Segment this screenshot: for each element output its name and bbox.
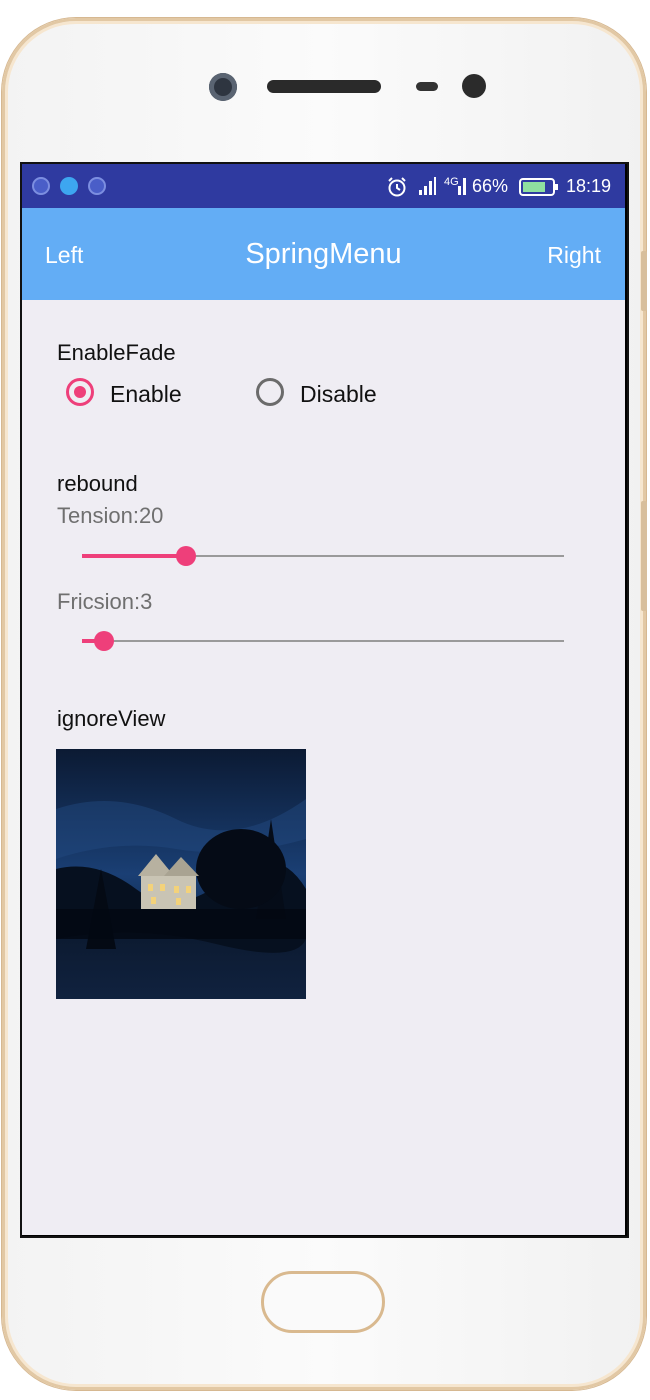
night-house-image xyxy=(56,749,306,999)
radio-enable[interactable]: Enable xyxy=(66,378,206,410)
earpiece-speaker xyxy=(267,80,381,93)
signal-icon xyxy=(419,177,436,195)
battery-icon xyxy=(519,178,558,196)
right-button[interactable]: Right xyxy=(547,242,601,269)
clock: 18:19 xyxy=(566,176,612,196)
radio-checked-icon xyxy=(66,378,94,406)
radio-disable[interactable]: Disable xyxy=(256,378,396,410)
volume-button xyxy=(641,251,647,311)
ignore-view-heading: ignoreView xyxy=(57,706,166,731)
friction-slider[interactable] xyxy=(82,630,564,652)
power-button xyxy=(641,501,647,611)
network-type: 4G xyxy=(444,176,459,188)
notification-bot-icon xyxy=(32,177,50,195)
battery-percent: 66% xyxy=(472,176,509,196)
enable-fade-heading: EnableFade xyxy=(57,340,176,365)
tension-label: Tension:20 xyxy=(57,503,164,528)
ignore-view-image[interactable] xyxy=(56,749,306,999)
alarm-icon xyxy=(388,177,406,197)
tension-slider[interactable] xyxy=(82,545,564,567)
status-bar: 4G 66% 18:19 xyxy=(22,164,625,208)
radio-disable-label: Disable xyxy=(300,381,377,407)
friction-thumb[interactable] xyxy=(94,631,114,651)
notification-bot-icon-2 xyxy=(88,177,106,195)
friction-label: Fricsion:3 xyxy=(57,589,153,614)
radio-unchecked-icon xyxy=(256,378,284,406)
page-title: SpringMenu xyxy=(245,238,402,270)
notification-app-icon xyxy=(60,177,78,195)
front-camera-icon xyxy=(209,73,237,101)
signal-icon-2 xyxy=(458,178,466,195)
tension-thumb[interactable] xyxy=(176,546,196,566)
radio-enable-label: Enable xyxy=(110,381,182,407)
proximity-sensor xyxy=(416,82,438,91)
light-sensor xyxy=(462,74,486,98)
rebound-heading: rebound xyxy=(57,471,138,496)
home-button[interactable] xyxy=(261,1271,385,1333)
app-bar: Left SpringMenu Right xyxy=(22,208,625,300)
tension-fill xyxy=(82,554,178,558)
friction-track xyxy=(82,640,564,642)
